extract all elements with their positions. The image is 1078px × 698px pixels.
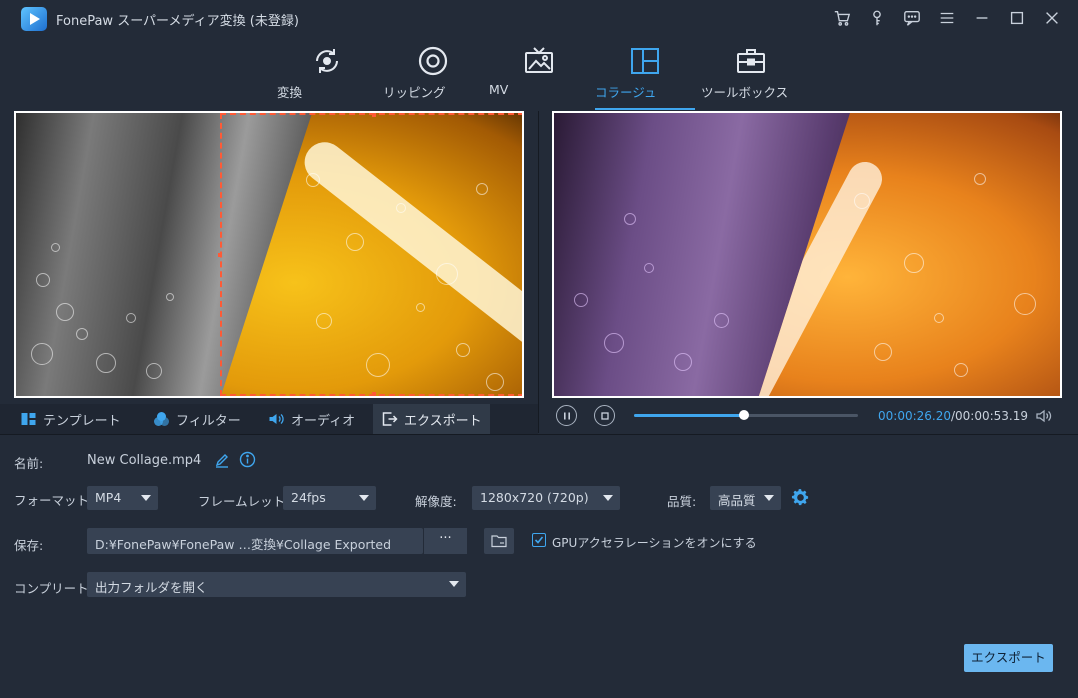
tab-collage-label: コラージュ	[595, 85, 657, 100]
tab-audio[interactable]: オーディオ	[260, 404, 363, 434]
tab-filter-label: フィルター	[176, 413, 241, 429]
convert-icon	[277, 44, 377, 78]
tab-mv-label: MV	[489, 82, 509, 97]
menu-icon[interactable]	[936, 8, 957, 28]
tab-export[interactable]: エクスポート	[373, 404, 490, 434]
player-controls: 00:00:26.20/00:00:53.19	[539, 398, 1078, 434]
minimize-icon[interactable]	[971, 8, 992, 28]
feedback-icon[interactable]	[901, 8, 922, 28]
app-title: FonePaw スーパーメディア変換 (未登録)	[56, 14, 299, 29]
open-folder-button[interactable]	[484, 528, 514, 554]
current-time: 00:00:26.20	[878, 409, 951, 423]
maximize-icon[interactable]	[1006, 8, 1027, 28]
audio-icon	[269, 414, 284, 424]
tab-ripping[interactable]: リッピング	[383, 44, 483, 108]
toolbox-icon	[701, 44, 801, 78]
edit-tabs: テンプレート フィルター オーディオ エクスポート	[0, 404, 538, 434]
mv-icon	[489, 44, 589, 78]
tab-filter[interactable]: フィルター	[145, 404, 249, 434]
info-icon[interactable]	[239, 451, 256, 468]
quality-label: 品質:	[667, 494, 697, 509]
tab-convert-label: 変換	[277, 85, 303, 100]
resize-handle-left[interactable]	[218, 253, 222, 257]
app-logo-icon	[21, 7, 47, 31]
folder-icon	[491, 535, 507, 548]
tab-template-label: テンプレート	[43, 413, 121, 429]
collage-editor[interactable]	[14, 111, 524, 398]
name-value: New Collage.mp4	[87, 453, 202, 468]
pause-button[interactable]	[556, 405, 577, 426]
total-time: 00:00:53.19	[955, 409, 1029, 423]
export-settings	[0, 434, 1078, 698]
name-label: 名前:	[14, 456, 44, 471]
export-icon	[382, 412, 398, 426]
close-icon[interactable]	[1041, 8, 1062, 28]
check-icon	[534, 536, 544, 544]
progress-bar[interactable]	[634, 410, 858, 420]
key-icon[interactable]	[866, 8, 887, 28]
tab-audio-label: オーディオ	[291, 413, 356, 429]
collage-icon	[595, 44, 695, 78]
cart-icon[interactable]	[831, 8, 852, 28]
resolution-label: 解像度:	[415, 494, 457, 509]
tab-collage[interactable]: コラージュ	[595, 44, 695, 110]
complete-action-select[interactable]: 出力フォルダを開く	[87, 572, 466, 597]
tab-export-label: エクスポート	[404, 413, 482, 429]
gpu-label: GPUアクセラレーションをオンにする	[552, 536, 757, 550]
disc-icon	[383, 44, 483, 78]
complete-label: コンプリート:	[14, 581, 93, 596]
window-controls	[831, 8, 1062, 28]
browse-button[interactable]: ···	[423, 528, 467, 554]
pause-icon	[563, 412, 570, 419]
preview-panel	[552, 111, 1062, 398]
tab-ripping-label: リッピング	[383, 85, 446, 100]
stop-icon	[600, 411, 609, 420]
volume-icon[interactable]	[1035, 407, 1053, 425]
save-label: 保存:	[14, 538, 44, 553]
panel-divider	[538, 111, 539, 433]
resize-handle-top[interactable]	[372, 113, 376, 117]
resize-handle-bottom[interactable]	[372, 392, 376, 396]
framerate-select[interactable]: 24fps	[283, 486, 376, 510]
framerate-label: フレームレット:	[198, 494, 290, 509]
export-button[interactable]: エクスポート	[964, 644, 1053, 672]
filter-icon	[154, 412, 169, 426]
template-icon	[21, 413, 36, 425]
tab-toolbox-label: ツールボックス	[701, 85, 789, 100]
stop-button[interactable]	[594, 405, 615, 426]
tab-template[interactable]: テンプレート	[12, 404, 129, 434]
edit-icon[interactable]	[214, 452, 230, 468]
gear-icon[interactable]	[791, 488, 810, 507]
resolution-select[interactable]: 1280x720 (720p)	[472, 486, 620, 510]
tab-convert[interactable]: 変換	[277, 44, 377, 108]
gpu-checkbox[interactable]	[532, 533, 546, 547]
tab-mv[interactable]: MV	[489, 44, 589, 108]
progress-fill	[634, 414, 745, 417]
format-select[interactable]: MP4	[87, 486, 158, 510]
time-display: 00:00:26.20/00:00:53.19	[878, 409, 1028, 423]
progress-thumb[interactable]	[739, 410, 750, 420]
tab-toolbox[interactable]: ツールボックス	[701, 44, 801, 108]
format-label: フォーマット:	[14, 493, 94, 508]
quality-select[interactable]: 高品質	[710, 486, 781, 510]
title-bar: FonePaw スーパーメディア変換 (未登録)	[0, 0, 1078, 36]
save-path-field[interactable]: D:¥FonePaw¥FonePaw …変換¥Collage Exported	[87, 528, 423, 554]
selection-border	[220, 113, 522, 396]
main-nav: 変換 リッピング MV コラージュ ツールボックス	[0, 36, 1078, 110]
